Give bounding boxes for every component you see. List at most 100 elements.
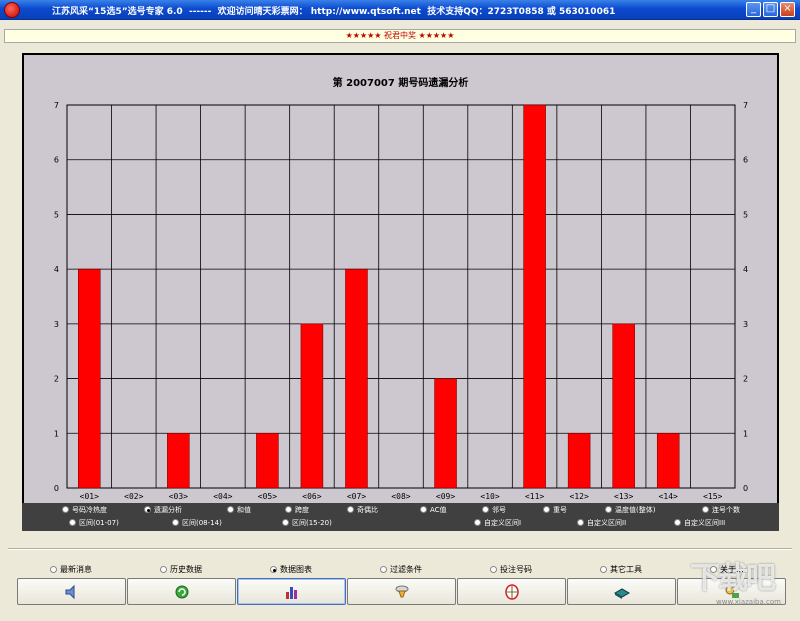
- radio-button[interactable]: [577, 519, 584, 526]
- nav-button-6[interactable]: [567, 578, 676, 605]
- analysis-option[interactable]: 邻号: [482, 505, 506, 515]
- nav-option[interactable]: 数据图表: [270, 565, 312, 575]
- radio-button[interactable]: [144, 506, 151, 513]
- radio-button[interactable]: [227, 506, 234, 513]
- watermark: 下载吧: [690, 561, 776, 596]
- x-tick-label: <10>: [480, 492, 499, 501]
- radio-button[interactable]: [270, 566, 277, 573]
- y-tick-label-right: 1: [743, 429, 748, 438]
- radio-button[interactable]: [285, 506, 292, 513]
- analysis-option-label: 和值: [237, 506, 251, 514]
- nav-option[interactable]: 关于...: [710, 565, 744, 575]
- maximize-button[interactable]: □: [763, 2, 778, 17]
- nav-button-2[interactable]: [127, 578, 236, 605]
- y-tick-label-right: 6: [743, 156, 748, 165]
- analysis-option-label: 自定义区间III: [684, 519, 726, 527]
- radio-button[interactable]: [347, 506, 354, 513]
- radio-button[interactable]: [674, 519, 681, 526]
- chart-title: 第 2007007 期号码遗漏分析: [332, 78, 469, 89]
- refresh-icon: [174, 584, 190, 600]
- radio-button[interactable]: [282, 519, 289, 526]
- analysis-option[interactable]: 区间(08-14): [172, 518, 222, 528]
- analysis-option[interactable]: 号码冷热度: [62, 505, 107, 515]
- analysis-option[interactable]: 自定义区间I: [474, 518, 521, 528]
- bar-3: [167, 433, 190, 489]
- analysis-option[interactable]: 自定义区间II: [577, 518, 626, 528]
- y-tick-label-left: 0: [54, 484, 59, 493]
- radio-button[interactable]: [490, 566, 497, 573]
- analysis-option[interactable]: 跨度: [285, 505, 309, 515]
- window-title: 江苏风采“15选5”选号专家 6.0 ------ 欢迎访问晴天彩票网： htt…: [52, 7, 616, 17]
- x-tick-label: <14>: [659, 492, 678, 501]
- tools-icon: [613, 584, 631, 600]
- y-tick-label-right: 7: [743, 101, 748, 110]
- x-tick-label: <04>: [213, 492, 232, 501]
- title-bar: 江苏风采“15选5”选号专家 6.0 ------ 欢迎访问晴天彩票网： htt…: [0, 0, 800, 20]
- nav-option-label: 其它工具: [610, 565, 642, 574]
- analysis-option[interactable]: 奇偶比: [347, 505, 378, 515]
- bar-14: [656, 433, 680, 489]
- radio-button[interactable]: [543, 506, 550, 513]
- analysis-option-label: 区间(08-14): [182, 519, 222, 527]
- y-tick-label-left: 7: [54, 101, 59, 110]
- y-tick-label-left: 3: [54, 320, 59, 329]
- radio-button[interactable]: [62, 506, 69, 513]
- nav-option[interactable]: 最新消息: [50, 565, 92, 575]
- minimize-button[interactable]: _: [746, 2, 761, 17]
- radio-button[interactable]: [420, 506, 427, 513]
- radio-button[interactable]: [702, 506, 709, 513]
- nav-option-label: 历史数据: [170, 565, 202, 574]
- analysis-option[interactable]: 连号个数: [702, 505, 740, 515]
- radio-button[interactable]: [710, 566, 717, 573]
- radio-button[interactable]: [474, 519, 481, 526]
- nav-option[interactable]: 过滤条件: [380, 565, 422, 575]
- analysis-option[interactable]: 温度值(整体): [605, 505, 655, 515]
- y-tick-label-right: 0: [743, 484, 748, 493]
- radio-button[interactable]: [172, 519, 179, 526]
- x-tick-label: <12>: [570, 492, 589, 501]
- chart-svg: 0 0 1 1 2 2 3 3 4 4 5 5 6 6 7 7 <01> <02> <03> <04> <05> <06>…: [54, 101, 748, 501]
- radio-button[interactable]: [50, 566, 57, 573]
- nav-button-1[interactable]: [17, 578, 126, 605]
- radio-button[interactable]: [605, 506, 612, 513]
- analysis-option-label: 自定义区间I: [484, 519, 522, 527]
- y-tick-label-right: 4: [743, 265, 748, 274]
- y-tick-label-right: 3: [743, 320, 748, 329]
- banner: ★★★★★ 祝君中奖 ★★★★★: [4, 29, 796, 43]
- y-tick-label-right: 2: [743, 375, 748, 384]
- x-tick-label: <03>: [169, 492, 188, 501]
- y-tick-label-right: 5: [743, 210, 748, 219]
- radio-button[interactable]: [482, 506, 489, 513]
- analysis-option[interactable]: AC值: [420, 505, 447, 515]
- radio-button[interactable]: [600, 566, 607, 573]
- nav-button-3[interactable]: [237, 578, 346, 605]
- y-tick-label-left: 4: [54, 265, 59, 274]
- x-tick-label: <09>: [436, 492, 455, 501]
- nav-option-label: 最新消息: [60, 565, 92, 574]
- bar-5: [256, 433, 279, 489]
- analysis-option[interactable]: 重号: [543, 505, 567, 515]
- analysis-option-label: 遗漏分析: [154, 506, 182, 514]
- nav-button-5[interactable]: [457, 578, 566, 605]
- x-tick-label: <13>: [614, 492, 633, 501]
- nav-option[interactable]: 历史数据: [160, 565, 202, 575]
- radio-button[interactable]: [380, 566, 387, 573]
- analysis-option-label: 奇偶比: [357, 506, 378, 514]
- chart-panel: 0 0 1 1 2 2 3 3 4 4 5 5 6 6 7 7 <01> <02> <03> <04> <05> <06>…: [22, 53, 779, 531]
- radio-button[interactable]: [160, 566, 167, 573]
- nav-option[interactable]: 投注号码: [490, 565, 532, 575]
- analysis-option[interactable]: 区间(15-20): [282, 518, 332, 528]
- analysis-option[interactable]: 区间(01-07): [69, 518, 119, 528]
- nav-button-4[interactable]: [347, 578, 456, 605]
- close-button[interactable]: ×: [780, 2, 795, 17]
- nav-option[interactable]: 其它工具: [600, 565, 642, 575]
- bar-chart-icon: [284, 584, 300, 600]
- analysis-option[interactable]: 遗漏分析: [144, 505, 182, 515]
- analysis-option-label: 连号个数: [712, 506, 740, 514]
- x-tick-label: <02>: [124, 492, 143, 501]
- radio-button[interactable]: [69, 519, 76, 526]
- speaker-icon: [64, 584, 80, 600]
- y-tick-label-left: 2: [54, 375, 59, 384]
- analysis-option[interactable]: 和值: [227, 505, 251, 515]
- analysis-option[interactable]: 自定义区间III: [674, 518, 725, 528]
